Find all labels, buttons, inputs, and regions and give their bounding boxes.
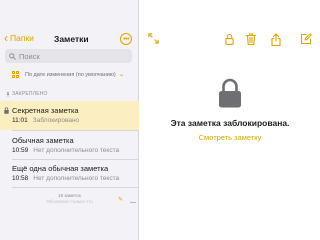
- note-preview: Нет дополнительного текста: [33, 175, 120, 182]
- lock-icon: [4, 107, 9, 114]
- note-preview: Нет дополнительного текста: [33, 147, 120, 154]
- lock-icon[interactable]: [225, 33, 234, 45]
- expand-icon[interactable]: [148, 33, 159, 44]
- note-detail-pane: Эта заметка заблокирована. Смотреть заме…: [140, 0, 320, 240]
- chevron-left-icon: ‹: [4, 31, 8, 45]
- list-title: Заметки: [54, 34, 89, 44]
- note-title: Обычная заметка: [12, 136, 74, 145]
- search-input[interactable]: [19, 51, 119, 61]
- back-to-folders-button[interactable]: ‹ Папки: [4, 31, 34, 45]
- sort-label: По дате изменения (по умолчанию): [25, 71, 116, 78]
- note-time: 10:58: [12, 175, 29, 182]
- note-title: Секретная заметка: [12, 106, 79, 115]
- note-row-secret[interactable]: Секретная заметка 11:01 Заблокировано: [0, 101, 139, 130]
- note-row-another[interactable]: Ещё одна обычная заметка 10:58 Нет дополн…: [0, 159, 139, 188]
- compose-icon[interactable]: ✎: [118, 196, 123, 203]
- note-row-regular[interactable]: Обычная заметка 10:59 Нет дополнительного…: [0, 131, 139, 160]
- resize-handle[interactable]: [130, 202, 136, 203]
- locked-message: Эта заметка заблокирована.: [170, 118, 290, 128]
- share-icon[interactable]: [271, 33, 281, 46]
- pinned-label: ЗАКРЕПЛЕНО: [12, 91, 48, 97]
- trash-icon[interactable]: [246, 33, 256, 45]
- search-icon: [9, 52, 16, 60]
- pin-icon: [6, 91, 10, 97]
- search-bar[interactable]: [5, 49, 132, 63]
- compose-icon[interactable]: [300, 33, 312, 45]
- note-meta: 10:58 Нет дополнительного текста: [12, 175, 119, 182]
- notes-sidebar: ‹ Папки Заметки ••• По дате изменения (п…: [0, 0, 139, 240]
- note-time: 11:01: [12, 117, 28, 124]
- pinned-section-header: ЗАКРЕПЛЕНО: [6, 91, 48, 97]
- grid-view-icon: [12, 71, 19, 78]
- view-note-link[interactable]: Смотреть заметку: [140, 133, 320, 142]
- back-label: Папки: [10, 33, 34, 43]
- sort-menu-button[interactable]: По дате изменения (по умолчанию) ⌄: [12, 71, 125, 78]
- row-divider: [12, 187, 139, 188]
- large-lock-icon: [219, 78, 241, 108]
- note-time: 10:59: [12, 147, 29, 154]
- note-meta: 10:59 Нет дополнительного текста: [12, 147, 119, 154]
- ellipsis-circle-icon[interactable]: •••: [120, 33, 132, 45]
- chevron-down-icon: ⌄: [117, 72, 125, 78]
- note-title: Ещё одна обычная заметка: [12, 164, 109, 173]
- note-preview: Заблокировано: [32, 117, 80, 124]
- note-meta: 11:01 Заблокировано: [12, 117, 79, 124]
